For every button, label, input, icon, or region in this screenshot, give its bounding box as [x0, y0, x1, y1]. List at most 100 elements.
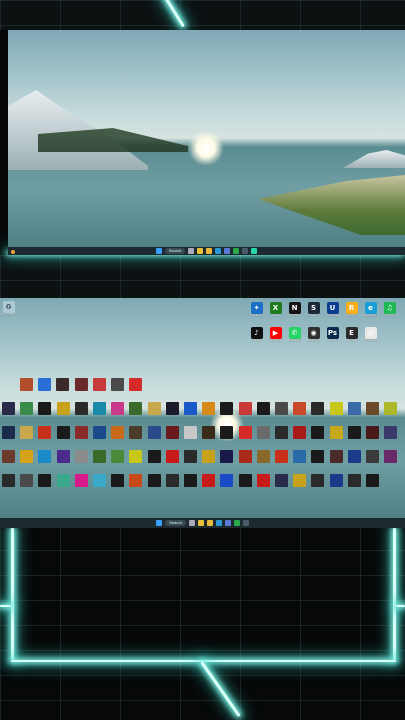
game-shortcut-icon[interactable]: [202, 474, 216, 487]
game-shortcut-icon[interactable]: [111, 402, 125, 415]
chrome-icon[interactable]: [197, 520, 204, 526]
game-shortcut-icon[interactable]: [111, 378, 124, 391]
game-shortcut-icon[interactable]: [202, 402, 216, 415]
game-shortcut-icon[interactable]: [74, 378, 88, 391]
game-shortcut-icon[interactable]: [38, 402, 52, 415]
edge-icon[interactable]: [215, 520, 222, 526]
game-shortcut-icon[interactable]: [20, 474, 34, 487]
game-shortcut-icon[interactable]: [74, 474, 88, 487]
desktop-shortcut[interactable]: ♫ Spotify: [383, 302, 396, 318]
game-shortcut-icon[interactable]: [275, 474, 288, 487]
game-shortcut-icon[interactable]: [111, 474, 125, 487]
game-shortcut-icon[interactable]: [2, 450, 15, 463]
game-shortcut-icon[interactable]: [184, 450, 197, 463]
terminal-icon[interactable]: [242, 248, 249, 254]
game-shortcut-icon[interactable]: [147, 402, 161, 415]
game-shortcut-icon[interactable]: [165, 474, 179, 487]
game-shortcut-icon[interactable]: [93, 402, 106, 415]
folder-icon[interactable]: [206, 520, 213, 526]
store-icon[interactable]: [224, 248, 231, 254]
desktop-shortcut[interactable]: Ps Photoshop: [326, 327, 339, 343]
start-icon[interactable]: [156, 520, 163, 526]
desktop-shortcut[interactable]: eMicrosoft Edge: [364, 302, 377, 318]
game-shortcut-icon[interactable]: [238, 402, 252, 415]
game-shortcut-icon[interactable]: [147, 426, 161, 439]
game-shortcut-icon[interactable]: [220, 474, 234, 487]
game-shortcut-icon[interactable]: [2, 474, 15, 487]
xbox-icon[interactable]: [233, 248, 240, 254]
game-shortcut-icon[interactable]: [129, 474, 143, 487]
game-shortcut-icon[interactable]: [275, 402, 288, 415]
folder-icon[interactable]: [206, 248, 213, 254]
game-shortcut-icon[interactable]: [147, 450, 161, 463]
game-shortcut-icon[interactable]: [111, 426, 125, 439]
game-shortcut-icon[interactable]: [38, 378, 52, 391]
desktop-shortcut[interactable]: ♪ TikTok: [250, 327, 263, 343]
game-shortcut-icon[interactable]: [293, 402, 307, 415]
game-shortcut-icon[interactable]: [20, 378, 33, 391]
desktop-shortcut[interactable]: ✆ WhatsApp: [288, 327, 301, 343]
desktop-shortcut[interactable]: UUbisoft Connect: [326, 302, 339, 318]
game-shortcut-icon[interactable]: [129, 450, 143, 463]
game-shortcut-icon[interactable]: [384, 402, 398, 415]
game-shortcut-icon[interactable]: [293, 474, 307, 487]
game-shortcut-icon[interactable]: [366, 474, 379, 487]
weather-widget[interactable]: [11, 250, 17, 254]
game-shortcut-icon[interactable]: [74, 402, 88, 415]
game-shortcut-icon[interactable]: [220, 402, 234, 415]
game-shortcut-icon[interactable]: [311, 474, 325, 487]
game-shortcut-icon[interactable]: [129, 402, 143, 415]
taskview-icon[interactable]: [188, 248, 195, 254]
desktop-shortcut[interactable]: ◎Google Chrome: [364, 327, 377, 343]
search-box[interactable]: Search: [164, 248, 186, 254]
desktop-shortcut[interactable]: X Xbox: [269, 302, 282, 318]
game-shortcut-icon[interactable]: [329, 402, 343, 415]
game-shortcut-icon[interactable]: [256, 450, 270, 463]
game-shortcut-icon[interactable]: [256, 426, 270, 439]
game-shortcut-icon[interactable]: [2, 402, 15, 415]
game-shortcut-icon[interactable]: [238, 450, 252, 463]
game-shortcut-icon[interactable]: [56, 450, 70, 463]
game-shortcut-icon[interactable]: [329, 474, 343, 487]
game-shortcut-icon[interactable]: [329, 450, 343, 463]
desktop-shortcut[interactable]: ◉OBS Studio: [307, 327, 320, 343]
game-shortcut-icon[interactable]: [311, 402, 325, 415]
desktop-shortcut[interactable]: N Netflix: [288, 302, 301, 318]
edge-icon[interactable]: [215, 248, 222, 254]
game-shortcut-icon[interactable]: [56, 402, 70, 415]
game-shortcut-icon[interactable]: [184, 474, 197, 487]
game-shortcut-icon[interactable]: [384, 450, 398, 463]
game-shortcut-icon[interactable]: [165, 402, 179, 415]
taskview-icon[interactable]: [188, 520, 195, 526]
desktop-shortcut[interactable]: S Steam: [307, 302, 320, 318]
game-shortcut-icon[interactable]: [366, 402, 379, 415]
start-icon[interactable]: [155, 248, 162, 254]
game-shortcut-icon[interactable]: [256, 402, 270, 415]
terminal-icon[interactable]: [242, 520, 249, 526]
game-shortcut-icon[interactable]: [293, 450, 307, 463]
game-shortcut-icon[interactable]: [329, 426, 343, 439]
game-shortcut-icon[interactable]: [165, 426, 179, 439]
game-shortcut-icon[interactable]: [347, 450, 361, 463]
game-shortcut-icon[interactable]: [202, 426, 216, 439]
game-shortcut-icon[interactable]: [129, 378, 143, 391]
game-shortcut-icon[interactable]: [275, 450, 288, 463]
game-shortcut-icon[interactable]: [20, 450, 34, 463]
game-shortcut-icon[interactable]: [93, 450, 106, 463]
game-shortcut-icon[interactable]: [93, 426, 106, 439]
recycle-bin[interactable]: ♻ Recycle Bin: [2, 301, 15, 317]
game-shortcut-icon[interactable]: [293, 426, 307, 439]
game-shortcut-icon[interactable]: [366, 450, 379, 463]
game-shortcut-icon[interactable]: [2, 426, 15, 439]
game-shortcut-icon[interactable]: [238, 426, 252, 439]
game-shortcut-icon[interactable]: [93, 474, 106, 487]
desktop-shortcut[interactable]: ▶ YouTube: [269, 327, 282, 343]
game-shortcut-icon[interactable]: [256, 474, 270, 487]
game-shortcut-icon[interactable]: [74, 450, 88, 463]
game-shortcut-icon[interactable]: [220, 450, 234, 463]
game-shortcut-icon[interactable]: [347, 426, 361, 439]
game-shortcut-icon[interactable]: [147, 474, 161, 487]
game-shortcut-icon[interactable]: [38, 450, 52, 463]
app-icon[interactable]: [251, 248, 258, 254]
game-shortcut-icon[interactable]: [38, 474, 52, 487]
